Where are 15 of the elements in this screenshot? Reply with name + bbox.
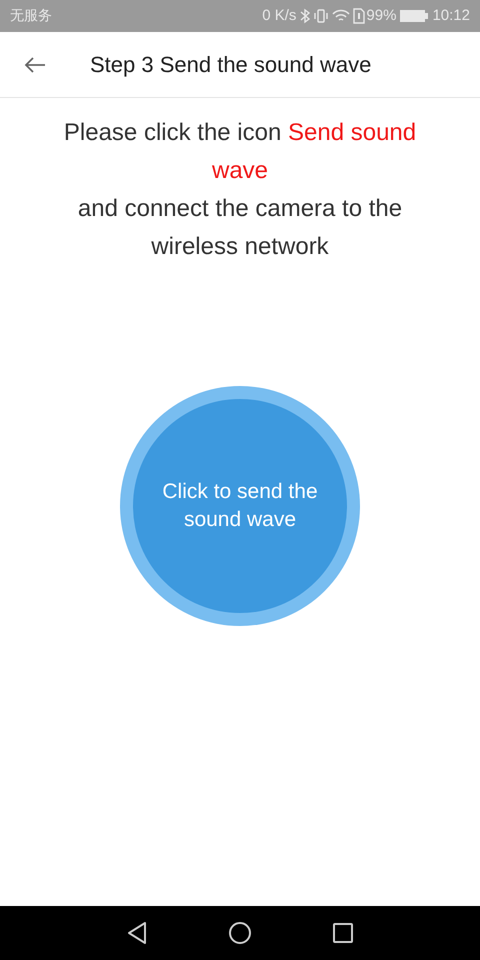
network-speed: 0 K/s bbox=[262, 6, 296, 26]
send-sound-wave-button[interactable]: Click to send the sound wave bbox=[120, 386, 360, 626]
battery-percent: 99% bbox=[366, 6, 396, 26]
battery-icon bbox=[400, 10, 428, 22]
recent-apps-icon[interactable] bbox=[332, 922, 354, 944]
page-title: Step 3 Send the sound wave bbox=[90, 51, 372, 79]
back-arrow-icon bbox=[24, 56, 46, 74]
instruction-text: Please click the icon Send sound wave and connect the camera to the wireless network bbox=[62, 118, 418, 262]
vibrate-icon bbox=[313, 8, 330, 24]
sim-icon bbox=[353, 8, 366, 24]
home-icon[interactable] bbox=[228, 921, 252, 945]
clock: 10:12 bbox=[432, 6, 470, 26]
bluetooth-icon bbox=[300, 8, 310, 24]
back-icon[interactable] bbox=[126, 921, 148, 945]
carrier-label: 无服务 bbox=[10, 6, 52, 26]
